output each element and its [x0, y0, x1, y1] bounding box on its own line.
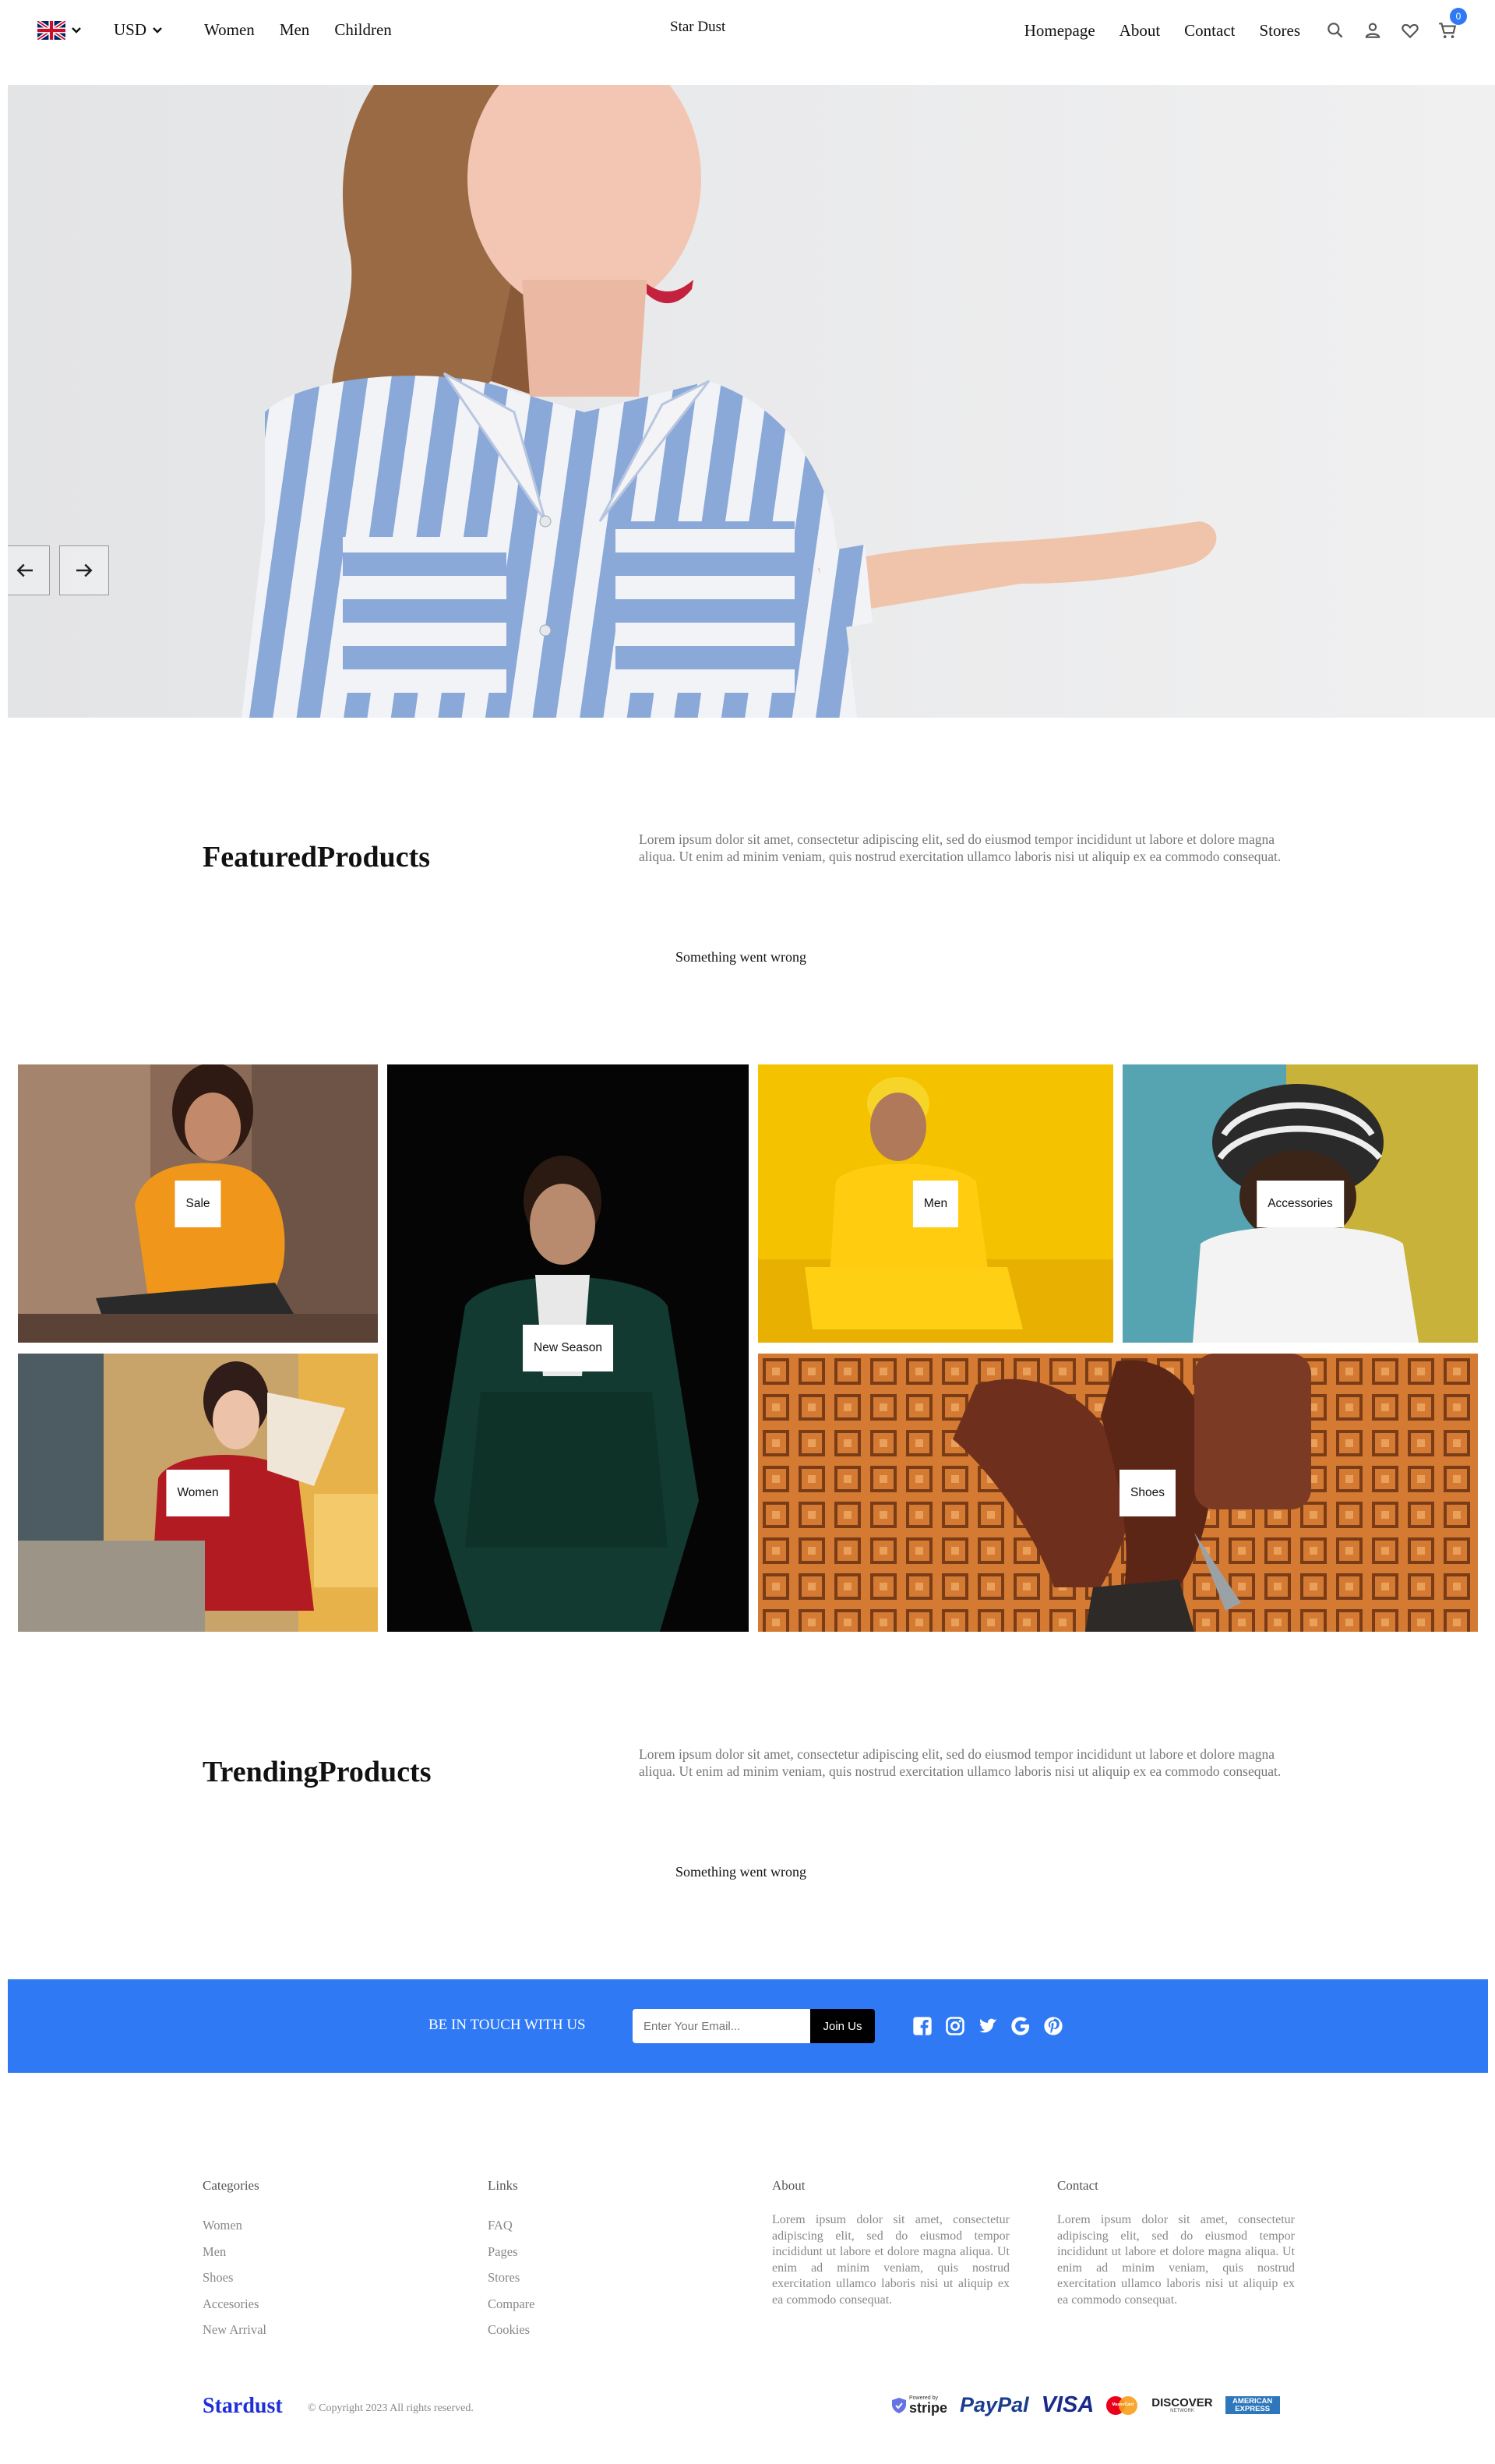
discover-logo: DISCOVER NETWORK — [1151, 2397, 1212, 2413]
search-icon[interactable] — [1325, 20, 1345, 41]
category-tile-new-season[interactable]: New Season — [387, 1064, 749, 1632]
nav-link-contact[interactable]: Contact — [1184, 21, 1235, 41]
footer-contact-title: Contact — [1057, 2178, 1098, 2193]
featured-title: FeaturedProducts — [203, 841, 431, 874]
footer-links: Links FAQ Pages Stores Compare Cookies — [488, 2178, 534, 2343]
footer-link-cookies[interactable]: Cookies — [488, 2317, 534, 2343]
footer-brand[interactable]: Stardust — [203, 2394, 283, 2419]
footer-link-compare[interactable]: Compare — [488, 2291, 534, 2318]
category-tile-women[interactable]: Women — [18, 1354, 378, 1632]
nav-link-women[interactable]: Women — [204, 20, 255, 40]
paypal-logo: PayPal — [960, 2393, 1029, 2416]
trending-description: Lorem ipsum dolor sit amet, consectetur … — [639, 1746, 1282, 1779]
shield-icon — [892, 2397, 906, 2413]
newsletter-bar: BE IN TOUCH WITH US Join Us — [8, 1979, 1488, 2073]
footer-categories-title: Categories — [203, 2178, 259, 2193]
visa-logo: VISA — [1041, 2392, 1095, 2417]
currency-label: USD — [114, 20, 147, 39]
hero-slider — [8, 85, 1495, 718]
discover-text: DISCOVER — [1151, 2396, 1213, 2409]
hero-prev-button[interactable] — [8, 545, 50, 595]
amex-text: AMERICAN EXPRESS — [1232, 2397, 1273, 2413]
category-tile-accessories[interactable]: Accessories — [1123, 1064, 1478, 1343]
nav-right: Homepage About Contact Stores 0 — [1024, 8, 1467, 41]
nav-link-about[interactable]: About — [1119, 21, 1161, 41]
nav-link-men[interactable]: Men — [280, 20, 310, 40]
join-button[interactable]: Join Us — [810, 2009, 875, 2043]
footer-link-women[interactable]: Women — [203, 2212, 266, 2239]
user-icon[interactable] — [1363, 20, 1383, 41]
category-label-sale[interactable]: Sale — [175, 1180, 221, 1227]
instagram-icon[interactable] — [944, 2015, 966, 2037]
stripe-text: stripe — [909, 2400, 948, 2416]
shoes-image — [758, 1354, 1478, 1632]
arrow-left-icon — [16, 563, 33, 577]
category-label-accessories[interactable]: Accessories — [1257, 1180, 1344, 1227]
hero-image — [8, 85, 1495, 718]
newsletter-text: BE IN TOUCH WITH US — [428, 2017, 586, 2033]
payment-logos: Powered by stripe PayPal VISA MasterCard… — [891, 2392, 1280, 2418]
nav-link-stores[interactable]: Stores — [1260, 21, 1301, 41]
category-label-shoes[interactable]: Shoes — [1119, 1469, 1176, 1516]
category-tile-sale[interactable]: Sale — [18, 1064, 378, 1343]
email-input[interactable] — [633, 2009, 812, 2043]
facebook-icon[interactable] — [911, 2015, 933, 2037]
trending-title: TrendingProducts — [203, 1756, 432, 1788]
discover-sub: NETWORK — [1170, 2409, 1194, 2413]
footer-about-text: Lorem ipsum dolor sit amet, consectetur … — [772, 2213, 1010, 2307]
currency-selector[interactable]: USD — [114, 20, 164, 40]
category-tile-men[interactable]: Men — [758, 1064, 1113, 1343]
featured-status: Something went wrong — [675, 949, 806, 965]
social-links — [911, 2015, 1064, 2037]
footer-categories: Categories Women Men Shoes Accesories Ne… — [203, 2178, 266, 2343]
cart-count-badge: 0 — [1450, 8, 1467, 25]
cart-icon[interactable]: 0 — [1437, 8, 1467, 41]
google-icon[interactable] — [1010, 2015, 1031, 2037]
category-label-new-season[interactable]: New Season — [523, 1325, 613, 1371]
footer-link-faq[interactable]: FAQ — [488, 2212, 534, 2239]
footer-link-men[interactable]: Men — [203, 2239, 266, 2265]
chevron-down-icon — [153, 26, 162, 34]
category-label-women[interactable]: Women — [166, 1469, 230, 1516]
footer-about: About Lorem ipsum dolor sit amet, consec… — [772, 2178, 1010, 2308]
footer-link-new-arrival[interactable]: New Arrival — [203, 2317, 266, 2343]
uk-flag-icon — [37, 20, 65, 40]
nav-left: USD Women Men Children — [37, 20, 392, 40]
footer-link-shoes[interactable]: Shoes — [203, 2265, 266, 2291]
twitter-icon[interactable] — [977, 2015, 999, 2037]
category-tile-shoes[interactable]: Shoes — [758, 1354, 1478, 1632]
footer-contact-text: Lorem ipsum dolor sit amet, consectetur … — [1057, 2213, 1295, 2307]
heart-icon[interactable] — [1400, 20, 1420, 41]
amex-logo: AMERICAN EXPRESS — [1225, 2396, 1280, 2414]
arrow-right-icon — [76, 563, 93, 577]
copyright: © Copyright 2023 All rights reserved. — [308, 2402, 474, 2414]
nav-link-children[interactable]: Children — [334, 20, 392, 40]
language-selector[interactable] — [37, 20, 83, 40]
footer-links-title: Links — [488, 2178, 518, 2193]
footer-link-stores[interactable]: Stores — [488, 2265, 534, 2291]
mastercard-logo: MasterCard — [1106, 2395, 1139, 2416]
hero-next-button[interactable] — [59, 545, 109, 595]
footer-contact: Contact Lorem ipsum dolor sit amet, cons… — [1057, 2178, 1295, 2308]
nav-link-homepage[interactable]: Homepage — [1024, 21, 1095, 41]
brand-logo[interactable]: Star Dust — [670, 19, 725, 36]
featured-description: Lorem ipsum dolor sit amet, consectetur … — [639, 831, 1282, 864]
stripe-logo: Powered by stripe — [891, 2395, 947, 2415]
trending-status: Something went wrong — [675, 1864, 806, 1880]
pinterest-icon[interactable] — [1042, 2015, 1064, 2037]
navbar: USD Women Men Children Star Dust Homepag… — [0, 0, 1495, 62]
footer-about-title: About — [772, 2178, 806, 2193]
footer-link-pages[interactable]: Pages — [488, 2239, 534, 2265]
mastercard-text: MasterCard — [1112, 2402, 1134, 2407]
category-label-men[interactable]: Men — [912, 1180, 959, 1227]
footer-link-accesories[interactable]: Accesories — [203, 2291, 266, 2318]
chevron-down-icon — [72, 26, 81, 34]
